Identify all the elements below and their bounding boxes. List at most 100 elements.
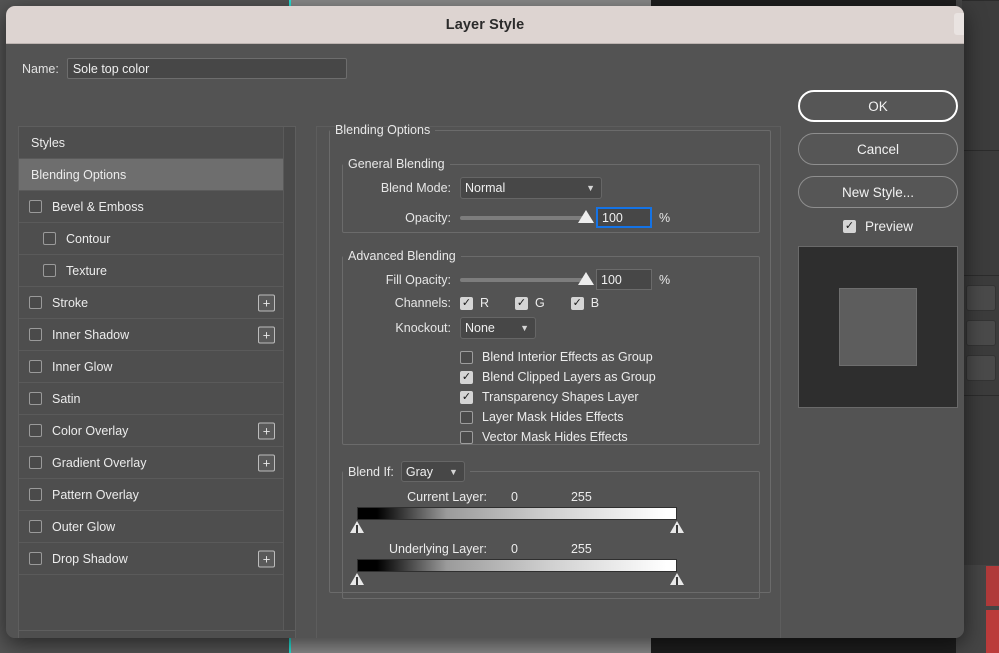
styles-footer-toolbar: fx ⬆ ⬇ 🗑	[19, 630, 295, 638]
underlying-layer-slider[interactable]	[350, 559, 684, 585]
style-row-label: Texture	[66, 263, 107, 278]
advanced-blending-legend: Advanced Blending	[348, 249, 456, 263]
add-effect-plus-icon[interactable]: +	[258, 550, 275, 567]
preview-row[interactable]: ✓ Preview	[798, 219, 958, 234]
style-row-label: Color Overlay	[52, 423, 129, 438]
general-blending-fieldset: General Blending Blend Mode: Normal ▼ Op…	[342, 157, 760, 233]
style-enable-checkbox[interactable]	[29, 200, 42, 213]
opacity-slider[interactable]	[460, 209, 594, 223]
style-row-pattern-overlay[interactable]: Pattern Overlay	[19, 479, 283, 511]
layer-name-input[interactable]	[66, 58, 347, 79]
styles-list[interactable]: Styles Blending Options Bevel & Emboss Cont…	[19, 127, 283, 630]
channel-group-R: ✓ R	[460, 296, 489, 310]
channel-label-G: G	[535, 296, 545, 310]
styles-scrollbar-thumb[interactable]	[286, 129, 294, 279]
style-row-texture[interactable]: Texture	[19, 255, 283, 287]
style-row-styles[interactable]: Styles	[19, 127, 283, 159]
dialog-titlebar[interactable]: Layer Style	[6, 6, 964, 44]
style-row-label: Styles	[31, 135, 66, 150]
current-layer-white-handle[interactable]	[670, 521, 684, 536]
style-enable-checkbox[interactable]	[29, 488, 42, 501]
add-effect-plus-icon[interactable]: +	[258, 454, 275, 471]
opacity-slider-thumb[interactable]	[578, 209, 594, 223]
style-enable-checkbox[interactable]	[29, 360, 42, 373]
channel-checkbox-B[interactable]: ✓	[570, 296, 584, 310]
fill-opacity-slider[interactable]	[460, 271, 594, 285]
style-row-blending-options[interactable]: Blending Options	[19, 159, 283, 191]
style-enable-checkbox[interactable]	[29, 328, 42, 341]
style-row-label: Satin	[52, 391, 81, 406]
advanced-option-checkbox[interactable]: ✓	[460, 390, 473, 404]
style-row-label: Inner Shadow	[52, 327, 130, 342]
style-row-label: Blending Options	[31, 167, 127, 182]
style-enable-checkbox[interactable]	[29, 424, 42, 437]
style-row-stroke[interactable]: Stroke +	[19, 287, 283, 319]
style-row-inner-shadow[interactable]: Inner Shadow +	[19, 319, 283, 351]
preview-thumbnail	[798, 246, 958, 408]
style-row-gradient-overlay[interactable]: Gradient Overlay +	[19, 447, 283, 479]
advanced-option-row[interactable]: Vector Mask Hides Effects	[460, 427, 759, 447]
add-effect-plus-icon[interactable]: +	[258, 326, 275, 343]
style-enable-checkbox[interactable]	[43, 264, 56, 277]
ok-button[interactable]: OK	[798, 90, 958, 122]
layer-style-dialog: Layer Style Name: Styles Blending Options…	[6, 6, 964, 638]
add-effect-plus-icon[interactable]: +	[258, 422, 275, 439]
style-row-label: Bevel & Emboss	[52, 199, 144, 214]
style-enable-checkbox[interactable]	[29, 392, 42, 405]
style-row-inner-glow[interactable]: Inner Glow	[19, 351, 283, 383]
fill-opacity-slider-track[interactable]	[460, 271, 594, 285]
advanced-option-checkbox[interactable]	[460, 430, 473, 444]
opacity-slider-track[interactable]	[460, 209, 594, 223]
underlying-layer-max: 255	[570, 542, 592, 556]
style-row-color-overlay[interactable]: Color Overlay +	[19, 415, 283, 447]
channel-checkbox-G[interactable]: ✓	[515, 296, 529, 310]
style-row-label: Contour	[66, 231, 111, 246]
advanced-option-checkbox[interactable]	[460, 350, 473, 364]
style-enable-checkbox[interactable]	[29, 520, 42, 533]
style-row-contour[interactable]: Contour	[19, 223, 283, 255]
blend-mode-label: Blend Mode:	[380, 181, 451, 195]
fill-opacity-input[interactable]	[596, 269, 652, 290]
add-effect-plus-icon[interactable]: +	[258, 294, 275, 311]
opacity-input[interactable]	[596, 207, 652, 228]
cancel-button[interactable]: Cancel	[798, 133, 958, 165]
channel-checkbox-R[interactable]: ✓	[460, 296, 473, 310]
style-row-drop-shadow[interactable]: Drop Shadow +	[19, 543, 283, 575]
advanced-option-checkbox[interactable]	[460, 410, 473, 424]
underlying-layer-black-handle[interactable]	[350, 573, 364, 588]
advanced-option-checkbox[interactable]: ✓	[460, 370, 473, 384]
style-enable-checkbox[interactable]	[43, 232, 56, 245]
preview-checkbox[interactable]: ✓	[842, 220, 856, 233]
style-row-bevel-emboss[interactable]: Bevel & Emboss	[19, 191, 283, 223]
underlying-layer-white-handle[interactable]	[670, 573, 684, 588]
general-blending-legend: General Blending	[348, 157, 445, 171]
style-row-label: Gradient Overlay	[52, 455, 147, 470]
style-enable-checkbox[interactable]	[29, 296, 42, 309]
style-enable-checkbox[interactable]	[29, 552, 42, 565]
background-panel-button	[966, 355, 996, 381]
knockout-select[interactable]: None	[460, 317, 536, 339]
advanced-option-row[interactable]: ✓ Blend Clipped Layers as Group	[460, 367, 759, 387]
titlebar-resize-nub[interactable]	[954, 13, 964, 35]
opacity-percent-symbol: %	[659, 210, 671, 225]
style-row-outer-glow[interactable]: Outer Glow	[19, 511, 283, 543]
channel-label-B: B	[590, 296, 600, 310]
advanced-option-row[interactable]: ✓ Transparency Shapes Layer	[460, 387, 759, 407]
new-style-button[interactable]: New Style...	[798, 176, 958, 208]
style-row-satin[interactable]: Satin	[19, 383, 283, 415]
current-layer-slider[interactable]	[350, 507, 684, 533]
advanced-option-label: Layer Mask Hides Effects	[482, 410, 624, 424]
style-row-label: Stroke	[52, 295, 89, 310]
style-enable-checkbox[interactable]	[29, 456, 42, 469]
blend-if-label: Blend If:	[348, 464, 394, 479]
advanced-option-label: Blend Interior Effects as Group	[482, 350, 653, 364]
style-row-label: Outer Glow	[52, 519, 116, 534]
blend-mode-select[interactable]: Normal	[460, 177, 602, 199]
channels-group: ✓ R ✓ G ✓ B	[460, 296, 617, 310]
fill-opacity-slider-thumb[interactable]	[578, 271, 594, 285]
advanced-option-row[interactable]: Layer Mask Hides Effects	[460, 407, 759, 427]
blend-if-channel-select[interactable]: Gray	[400, 461, 465, 482]
current-layer-black-handle[interactable]	[350, 521, 364, 536]
advanced-option-row[interactable]: Blend Interior Effects as Group	[460, 347, 759, 367]
styles-scrollbar[interactable]	[283, 127, 295, 630]
